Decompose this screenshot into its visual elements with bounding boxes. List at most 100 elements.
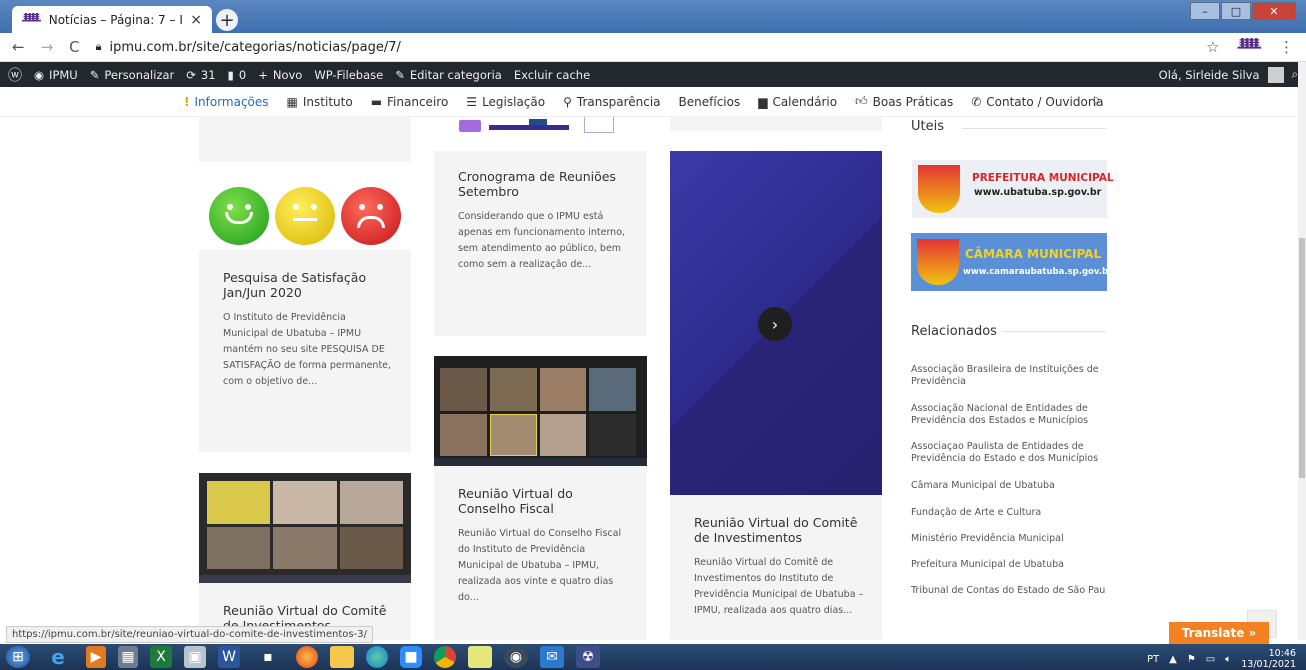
post-card-conselho[interactable]: Reunião Virtual do Conselho Fiscal Reuni…: [434, 356, 647, 640]
media-player-icon[interactable]: ▶: [86, 646, 106, 668]
thumbs-up-icon: 👍︎: [855, 94, 868, 108]
related-link-fundart[interactable]: Fundação de Arte e Cultura: [911, 507, 1106, 519]
close-window-button[interactable]: ✕: [1252, 2, 1296, 20]
volume-icon[interactable]: 🔈︎: [1225, 654, 1231, 665]
related-link-prefeitura[interactable]: Prefeitura Municipal de Ubatuba: [911, 559, 1106, 571]
close-tab-icon[interactable]: ×: [190, 12, 202, 28]
related-link-camara[interactable]: Câmara Municipal de Ubatuba: [911, 480, 1106, 492]
webcam-icon[interactable]: ◉: [504, 646, 528, 668]
related-link-aneprem[interactable]: Associação Nacional de Entidades de Prev…: [911, 403, 1106, 427]
nav-financeiro[interactable]: ▬ Financeiro: [371, 95, 449, 109]
wp-clear-cache[interactable]: Excluir cache: [514, 68, 590, 82]
post-card-comite[interactable]: › Reunião Virtual do Comitê de Investime…: [670, 151, 882, 640]
plus-icon: +: [258, 67, 268, 82]
post-card-cronograma[interactable]: Cronograma de Reuniões Setembro Consider…: [434, 151, 647, 336]
language-indicator[interactable]: PT: [1147, 654, 1159, 665]
nav-search-icon[interactable]: ⚲: [1092, 95, 1100, 108]
tray-expand-icon[interactable]: ▲: [1169, 654, 1177, 665]
menu-icon[interactable]: ⋮: [1279, 38, 1294, 56]
word-icon[interactable]: W: [218, 646, 240, 668]
translate-button[interactable]: Translate »: [1169, 622, 1269, 644]
post-title[interactable]: Reunião Virtual do Comitê de Investiment…: [694, 515, 866, 545]
bookmark-star-icon[interactable]: ☆: [1206, 38, 1219, 56]
wp-logo-icon[interactable]: ⓦ: [8, 65, 22, 85]
clock-date: 13/01/2021: [1241, 659, 1296, 670]
wp-customize[interactable]: ✎ Personalizar: [90, 68, 175, 82]
flag-icon[interactable]: ⚑: [1187, 654, 1196, 665]
wp-comments[interactable]: ▮ 0: [228, 68, 247, 82]
clock-time: 10:46: [1268, 648, 1296, 659]
post-title[interactable]: Pesquisa de Satisfação Jan/Jun 2020: [223, 270, 393, 300]
omnibox[interactable]: 🔒︎ ipmu.com.br/site/categorias/noticias/…: [96, 40, 1191, 55]
nav-instituto-label: Instituto: [302, 94, 353, 109]
nav-beneficios[interactable]: Benefícios: [679, 95, 741, 109]
calculator-icon[interactable]: ▦: [118, 646, 138, 668]
back-icon[interactable]: ←: [12, 38, 25, 56]
wp-edit-category[interactable]: ✎ Editar categoria: [395, 68, 502, 82]
related-link-apeprem[interactable]: Associaçao Paulista de Entidades de Prev…: [911, 441, 1106, 465]
nav-informacoes[interactable]: ! Informações: [184, 95, 269, 109]
wp-site-label: IPMU: [49, 67, 78, 82]
page-scrollbar[interactable]: [1298, 62, 1306, 640]
wp-admin-bar: ⓦ ◉ IPMU ✎ Personalizar ⟳ 31 ▮ 0 + Novo WP-Fi…: [0, 62, 1306, 87]
chrome-icon[interactable]: [434, 646, 456, 668]
scrollbar-thumb[interactable]: [1299, 238, 1305, 478]
address-bar: ← → C 🔒︎ ipmu.com.br/site/categorias/not…: [0, 33, 1306, 62]
wp-filebase[interactable]: WP-Filebase: [314, 68, 383, 82]
excel-icon[interactable]: X: [150, 646, 172, 668]
folder-icon[interactable]: [330, 646, 354, 668]
avatar[interactable]: [1267, 66, 1284, 83]
next-slide-button[interactable]: ›: [758, 307, 792, 341]
related-link-tce[interactable]: Tribunal de Contas do Estado de São Paul: [911, 585, 1106, 597]
browser-tab[interactable]: ᚙ Notícias – Página: 7 – IPMU ×: [12, 6, 212, 33]
nav-contato[interactable]: ✆ Contato / Ouvidoria: [971, 95, 1103, 109]
nav-boas-praticas[interactable]: 👍︎ Boas Práticas: [855, 94, 953, 109]
taskbar-app-2-icon[interactable]: ☢: [576, 646, 600, 668]
list-icon: ☰: [466, 94, 478, 109]
wp-site-menu[interactable]: ◉ IPMU: [34, 68, 78, 82]
new-tab-button[interactable]: +: [216, 9, 238, 31]
zoom-icon[interactable]: ■: [400, 646, 422, 668]
forward-icon[interactable]: →: [41, 38, 54, 56]
extension-ipmu-icon[interactable]: ᚙ: [1238, 38, 1261, 56]
related-link-ministerio[interactable]: Ministério Previdência Municipal: [911, 533, 1106, 545]
wp-new[interactable]: + Novo: [258, 68, 302, 82]
nav-instituto[interactable]: ▦ Instituto: [287, 95, 353, 109]
notes-icon[interactable]: [468, 646, 492, 668]
minimize-button[interactable]: –: [1190, 2, 1220, 20]
post-card-top-left[interactable]: [199, 117, 411, 162]
nav-boas-praticas-label: Boas Práticas: [872, 94, 954, 109]
wp-edit-category-label: Editar categoria: [409, 67, 502, 82]
post-card-satisfacao[interactable]: Pesquisa de Satisfação Jan/Jun 2020 O In…: [199, 182, 411, 452]
tab-title: Notícias – Página: 7 – IPMU: [48, 12, 183, 27]
nav-transparencia[interactable]: ⚲ Transparência: [563, 95, 660, 109]
nav-financeiro-label: Financeiro: [387, 94, 449, 109]
prefeitura-banner[interactable]: PREFEITURA MUNICIPAL www.ubatuba.sp.gov.…: [912, 160, 1114, 218]
internet-explorer-icon[interactable]: e: [42, 645, 74, 669]
post-card-top-mid[interactable]: [434, 117, 647, 137]
post-excerpt: O Instituto de Previdência Municipal de …: [223, 312, 392, 387]
wp-user-greeting[interactable]: Olá, Sirleide Silva: [1159, 68, 1260, 82]
edge-icon[interactable]: [366, 646, 388, 668]
ipmu-favicon-icon: ᚙ: [22, 12, 41, 27]
firefox-icon[interactable]: [296, 646, 318, 668]
network-icon[interactable]: ▭: [1206, 654, 1215, 665]
mail-app-icon[interactable]: ✉: [540, 646, 564, 668]
wp-updates[interactable]: ⟳ 31: [186, 68, 215, 82]
clock[interactable]: 10:46 13/01/2021: [1241, 648, 1296, 670]
reload-icon[interactable]: C: [69, 38, 79, 56]
nav-calendario[interactable]: ▆ Calendário: [758, 95, 837, 109]
nav-legislacao[interactable]: ☰ Legislação: [466, 95, 545, 109]
camara-banner[interactable]: CÂMARA MUNICIPAL www.camaraubatuba.sp.go…: [911, 233, 1112, 291]
scanner-icon[interactable]: ▣: [184, 646, 206, 668]
related-link-abipem[interactable]: Associação Brasileira de Instituições de…: [911, 364, 1106, 388]
post-image-smileys: [199, 182, 411, 250]
maximize-button[interactable]: □: [1221, 2, 1251, 20]
start-button-icon[interactable]: ⊞: [6, 646, 30, 668]
post-title[interactable]: Cronograma de Reuniões Setembro: [458, 169, 628, 199]
post-card-comite-2[interactable]: Reunião Virtual do Comitê de Investiment…: [199, 473, 411, 640]
neutral-face-icon: [275, 187, 335, 245]
post-card-top-right[interactable]: [670, 117, 882, 131]
post-title[interactable]: Reunião Virtual do Conselho Fiscal: [458, 486, 628, 516]
taskbar-app-icon[interactable]: ▪: [252, 646, 284, 668]
